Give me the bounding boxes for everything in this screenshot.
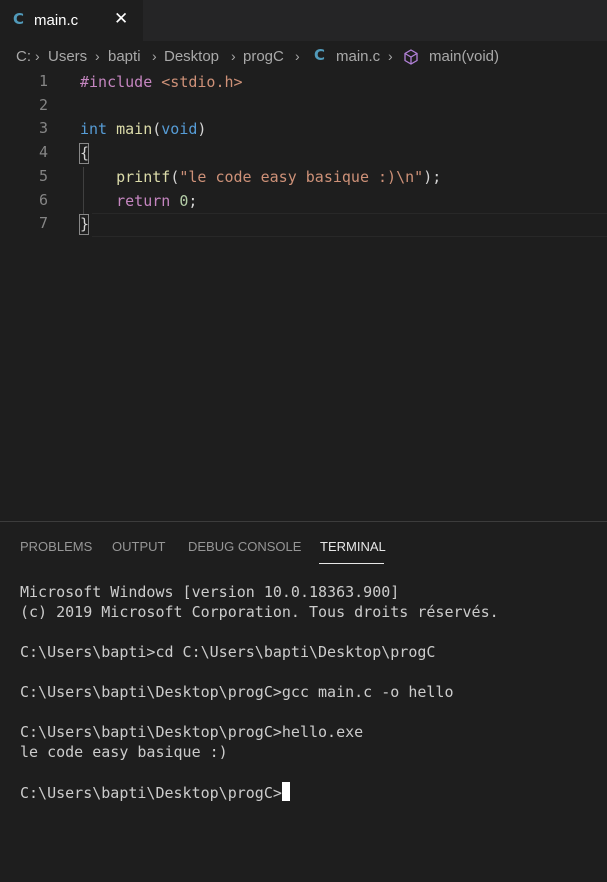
line-number: 4 xyxy=(38,143,48,161)
chevron-right-icon: › xyxy=(95,48,100,64)
tab-main-c[interactable]: C main.c ✕ xyxy=(0,0,143,41)
breadcrumb-item-bapti[interactable]: bapti xyxy=(108,48,141,65)
breadcrumb-item-drive[interactable]: C: xyxy=(16,48,31,65)
chevron-right-icon: › xyxy=(152,48,157,64)
terminal-cursor xyxy=(281,782,290,801)
breadcrumb-item-main-c[interactable]: main.c xyxy=(336,48,380,65)
code-text: printf("le code easy basique :)\n"); xyxy=(80,166,441,188)
c-file-icon: C xyxy=(314,46,326,64)
line-number: 3 xyxy=(38,119,48,137)
line-number: 1 xyxy=(38,72,48,90)
line-number: 7 xyxy=(38,214,48,232)
paren: ) xyxy=(197,120,207,138)
symbol-method-icon xyxy=(403,49,419,69)
c-file-icon: C xyxy=(13,10,25,28)
terminal-line: C:\Users\bapti\Desktop\progC>gcc main.c … xyxy=(20,683,454,701)
editor-tab-bar: C main.c ✕ xyxy=(0,0,607,41)
paren: ( xyxy=(170,168,180,186)
code-text: int main(void) xyxy=(80,118,206,140)
function-name: main xyxy=(107,120,153,138)
bracket-match-highlight xyxy=(79,214,89,235)
terminal-prompt: C:\Users\bapti\Desktop\progC> xyxy=(20,784,282,802)
return-keyword: return xyxy=(116,192,171,210)
code-editor[interactable]: 1 #include <stdio.h> 2 3 int main(void) … xyxy=(0,71,607,521)
terminal-line: C:\Users\bapti>cd C:\Users\bapti\Desktop… xyxy=(20,643,436,661)
terminal-line: ​ xyxy=(20,662,499,682)
code-line[interactable]: 3 int main(void) xyxy=(0,118,607,142)
include-header: <stdio.h> xyxy=(152,73,243,91)
breadcrumb-item-users[interactable]: Users xyxy=(48,48,87,65)
breadcrumb-item-desktop[interactable]: Desktop xyxy=(164,48,219,65)
function-call: printf xyxy=(116,168,171,186)
paren: ( xyxy=(152,120,162,138)
code-line[interactable]: 7 } xyxy=(0,213,607,237)
code-line[interactable]: 2 xyxy=(0,95,607,119)
chevron-right-icon: › xyxy=(295,48,300,64)
terminal-line: le code easy basique :) xyxy=(20,743,228,761)
breadcrumb: C: › Users › bapti › Desktop › progC › C… xyxy=(0,41,607,71)
bracket-match-highlight xyxy=(79,143,89,164)
terminal-line: C:\Users\bapti\Desktop\progC>hello.exe xyxy=(20,723,364,741)
chevron-right-icon: › xyxy=(35,48,40,64)
panel-tab-bar: PROBLEMS OUTPUT DEBUG CONSOLE TERMINAL xyxy=(0,522,607,567)
bottom-panel: PROBLEMS OUTPUT DEBUG CONSOLE TERMINAL M… xyxy=(0,521,607,882)
line-number: 5 xyxy=(38,167,48,185)
line-number: 2 xyxy=(38,96,48,114)
statement-end: ; xyxy=(188,192,198,210)
tab-terminal[interactable]: TERMINAL xyxy=(320,539,386,554)
close-icon[interactable]: ✕ xyxy=(114,9,128,29)
code-text: #include <stdio.h> xyxy=(80,71,243,93)
chevron-right-icon: › xyxy=(231,48,236,64)
terminal-prompt-line[interactable]: C:\Users\bapti\Desktop\progC> xyxy=(20,782,499,803)
code-text: return 0; xyxy=(80,190,197,212)
terminal-line: (c) 2019 Microsoft Corporation. Tous dro… xyxy=(20,603,499,621)
terminal-line: Microsoft Windows [version 10.0.18363.90… xyxy=(20,583,400,601)
code-line[interactable]: 6 return 0; xyxy=(0,190,607,214)
code-line[interactable]: 5 printf("le code easy basique :)\n"); xyxy=(0,166,607,190)
string-literal: "le code easy basique :)\n" xyxy=(179,168,424,186)
terminal-line: ​ xyxy=(20,622,499,642)
tab-debug-console[interactable]: DEBUG CONSOLE xyxy=(188,539,301,554)
breadcrumb-item-progc[interactable]: progC xyxy=(243,48,284,65)
chevron-right-icon: › xyxy=(388,48,393,64)
active-tab-indicator xyxy=(319,563,384,564)
type-keyword: int xyxy=(80,120,108,138)
code-line[interactable]: 4 { xyxy=(0,142,607,166)
tab-label: main.c xyxy=(34,12,79,29)
line-number: 6 xyxy=(38,191,48,209)
statement-end: ); xyxy=(423,168,442,186)
terminal-line: ​ xyxy=(20,762,499,782)
terminal-output[interactable]: Microsoft Windows [version 10.0.18363.90… xyxy=(20,582,499,803)
code-line[interactable]: 1 #include <stdio.h> xyxy=(0,71,607,95)
breadcrumb-item-main-function[interactable]: main(void) xyxy=(429,48,499,65)
tab-problems[interactable]: PROBLEMS xyxy=(20,539,92,554)
terminal-line: ​ xyxy=(20,702,499,722)
preprocessor-directive: #include xyxy=(80,73,153,91)
tab-output[interactable]: OUTPUT xyxy=(112,539,165,554)
param-keyword: void xyxy=(161,120,198,138)
